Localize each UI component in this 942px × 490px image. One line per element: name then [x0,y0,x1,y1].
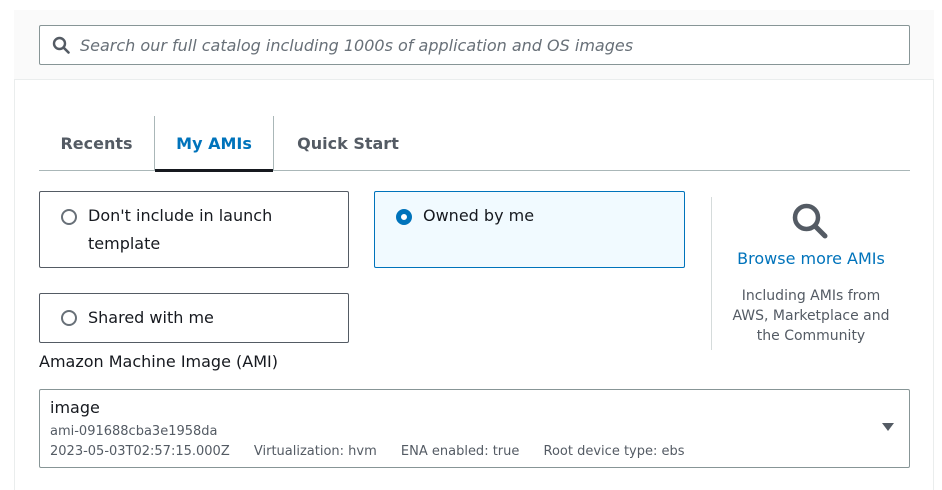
browse-description-line: Including AMIs from [741,288,881,304]
ami-ena: ENA enabled: true [400,444,520,459]
ami-select[interactable]: image ami-091688cba3e1958da 2023-05-03T0… [39,389,910,468]
search-box[interactable] [39,25,910,65]
caret-down-icon[interactable] [881,422,895,432]
radio-owned-by-me[interactable] [396,209,412,225]
option-label: Shared with me [88,308,214,327]
option-shared-with-me[interactable]: Shared with me [39,293,349,343]
ami-virtualization: Virtualization: hvm [253,444,377,459]
search-icon[interactable] [791,202,829,240]
option-owned-by-me[interactable]: Owned by me [374,191,685,268]
tab-my-amis[interactable]: My AMIs [155,116,273,172]
ami-root-device: Root device type: ebs [543,444,685,459]
radio-shared-with-me[interactable] [61,310,77,326]
ami-tabs: Recents My AMIs Quick Start [39,116,910,172]
browse-more-amis-link[interactable]: Browse more AMIs [712,249,910,268]
tab-quick-start[interactable]: Quick Start [274,116,422,170]
search-input[interactable] [80,26,909,64]
option-label: template [88,234,161,253]
option-label: Owned by me [423,206,535,225]
option-dont-include[interactable]: Don't include in launch template [39,191,349,268]
browse-description-line: the Community [756,328,866,344]
tab-recents[interactable]: Recents [39,116,154,170]
ami-created: 2023-05-03T02:57:15.000Z [50,444,230,459]
search-icon [52,36,70,54]
browse-description-line: AWS, Marketplace and [732,308,890,324]
ami-meta: 2023-05-03T02:57:15.000Z Virtualization:… [50,444,705,459]
option-label: Don't include in launch [88,206,273,225]
ami-id: ami-091688cba3e1958da [50,424,218,439]
ami-label: Amazon Machine Image (AMI) [39,352,278,371]
ami-name: image [50,398,100,417]
browse-divider [711,197,712,350]
radio-dont-include[interactable] [61,209,77,225]
browse-description: Including AMIs from AWS, Marketplace and… [722,286,900,346]
